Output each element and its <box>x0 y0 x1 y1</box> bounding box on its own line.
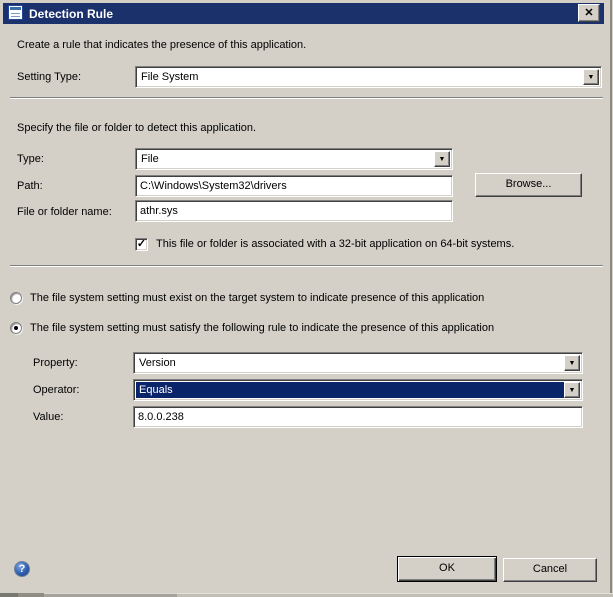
window-right-edge <box>610 0 612 597</box>
detection-rule-dialog: { "window": { "title": "Detection Rule" … <box>0 0 613 597</box>
type-combobox[interactable]: File ▼ <box>135 148 453 170</box>
title-bar[interactable]: Detection Rule <box>3 3 604 24</box>
path-input[interactable] <box>135 175 453 197</box>
background-edge <box>44 593 177 597</box>
cancel-button[interactable]: Cancel <box>503 558 597 582</box>
setting-type-label: Setting Type: <box>17 71 81 83</box>
property-value: Version <box>136 355 564 371</box>
background-edge <box>177 593 613 597</box>
value-input[interactable] <box>133 406 583 428</box>
file-name-input[interactable] <box>135 200 453 222</box>
32bit-checkbox[interactable]: ✓ <box>135 238 148 251</box>
property-dropdown-icon[interactable]: ▼ <box>564 355 580 371</box>
radio-dot <box>14 326 18 330</box>
window-icon-line <box>11 13 20 14</box>
radio-must-satisfy-label: The file system setting must satisfy the… <box>30 322 494 334</box>
operator-value: Equals <box>136 382 564 398</box>
window-title: Detection Rule <box>29 7 113 21</box>
setting-type-value: File System <box>138 69 583 85</box>
background-edge <box>18 593 44 597</box>
operator-combobox[interactable]: Equals ▼ <box>133 379 583 401</box>
separator-middle <box>10 265 603 267</box>
path-label: Path: <box>17 180 43 192</box>
file-section-heading: Specify the file or folder to detect thi… <box>17 122 256 134</box>
32bit-checkbox-label: This file or folder is associated with a… <box>156 238 514 250</box>
setting-type-dropdown-icon[interactable]: ▼ <box>583 69 599 85</box>
ok-button[interactable]: OK <box>397 556 497 582</box>
radio-must-exist-label: The file system setting must exist on th… <box>30 292 484 304</box>
intro-text: Create a rule that indicates the presenc… <box>17 39 306 51</box>
property-label: Property: <box>33 357 78 369</box>
property-combobox[interactable]: Version ▼ <box>133 352 583 374</box>
browse-button[interactable]: Browse... <box>475 173 582 197</box>
window-icon <box>8 5 23 20</box>
type-dropdown-icon[interactable]: ▼ <box>434 151 450 167</box>
operator-dropdown-icon[interactable]: ▼ <box>564 382 580 398</box>
help-icon[interactable]: ? <box>14 561 30 577</box>
value-label: Value: <box>33 411 63 423</box>
file-name-label: File or folder name: <box>17 206 112 218</box>
window-icon-line <box>11 16 20 17</box>
background-edge <box>0 593 18 597</box>
type-label: Type: <box>17 153 44 165</box>
separator-top <box>10 97 603 99</box>
radio-must-satisfy[interactable] <box>10 322 22 334</box>
type-value: File <box>138 151 434 167</box>
operator-label: Operator: <box>33 384 79 396</box>
checkmark-icon: ✓ <box>137 238 146 250</box>
radio-must-exist[interactable] <box>10 292 22 304</box>
window-icon-titlebar <box>10 7 21 10</box>
close-button[interactable]: ✕ <box>578 4 600 22</box>
setting-type-combobox[interactable]: File System ▼ <box>135 66 602 88</box>
